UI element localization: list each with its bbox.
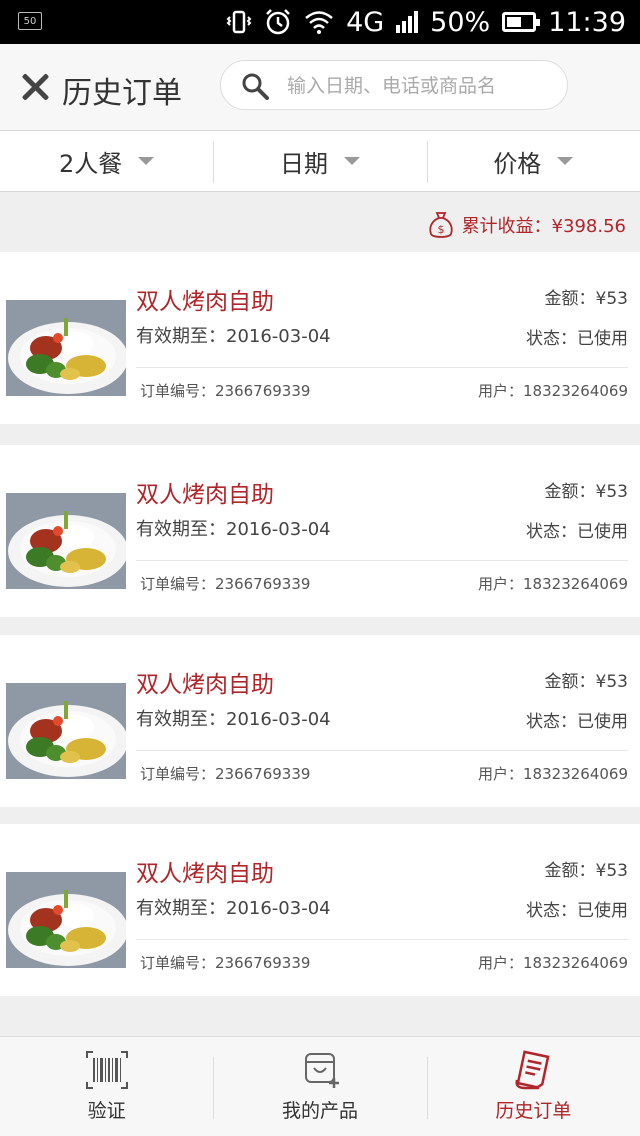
- receipt-icon: [515, 1050, 550, 1090]
- order-user: 用户：18323264069: [478, 765, 628, 783]
- order-amount: 金额：¥53: [544, 289, 628, 309]
- divider: [136, 939, 628, 940]
- product-thumbnail: [6, 300, 126, 396]
- valid-until: 有效期至：2016-03-04: [136, 326, 331, 347]
- caret-down-icon: [557, 157, 574, 165]
- order-number: 订单编号：2366769339: [140, 382, 311, 400]
- product-name: 双人烤肉自助: [136, 289, 274, 315]
- tab-label: 验证: [87, 1100, 126, 1122]
- order-amount: 金额：¥53: [544, 861, 628, 881]
- search-box[interactable]: [220, 60, 568, 111]
- order-status: 状态：已使用: [526, 522, 628, 542]
- status-bar: 50 4G 50% 11:39: [0, 0, 640, 44]
- battery-icon: [502, 12, 541, 32]
- product-thumbnail: [6, 872, 126, 968]
- clock: 11:39: [548, 6, 626, 38]
- wifi-icon: [305, 11, 333, 34]
- order-user: 用户：18323264069: [478, 954, 628, 972]
- order-user: 用户：18323264069: [478, 575, 628, 593]
- caret-down-icon: [138, 157, 155, 165]
- close-icon[interactable]: [20, 72, 50, 102]
- divider: [136, 367, 628, 368]
- tab-order-history[interactable]: 历史订单: [426, 1037, 640, 1136]
- earnings-total: 累计收益：¥398.56: [461, 216, 626, 237]
- order-amount: 金额：¥53: [544, 482, 628, 502]
- divider: [136, 750, 628, 751]
- order-number: 订单编号：2366769339: [140, 954, 311, 972]
- barcode-scan-icon: [85, 1051, 128, 1089]
- product-thumbnail: [6, 683, 126, 779]
- filter-label: 2人餐: [59, 149, 123, 178]
- money-bag-icon: $: [428, 212, 453, 238]
- filter-bar: 2人餐 日期 价格: [0, 130, 640, 192]
- filter-label: 价格: [493, 149, 542, 178]
- valid-until: 有效期至：2016-03-04: [136, 898, 331, 919]
- valid-until: 有效期至：2016-03-04: [136, 709, 331, 730]
- product-add-icon: [304, 1053, 339, 1088]
- signal-icon: [396, 11, 419, 33]
- order-status: 状态：已使用: [526, 329, 628, 349]
- product-name: 双人烤肉自助: [136, 861, 274, 887]
- battery-percent: 50%: [430, 6, 491, 38]
- valid-until: 有效期至：2016-03-04: [136, 519, 331, 540]
- order-number: 订单编号：2366769339: [140, 575, 311, 593]
- tab-label: 我的产品: [281, 1100, 358, 1122]
- order-user: 用户：18323264069: [478, 382, 628, 400]
- filter-people[interactable]: 2人餐: [0, 131, 213, 191]
- product-name: 双人烤肉自助: [136, 482, 274, 508]
- caret-down-icon: [343, 157, 360, 165]
- order-number: 订单编号：2366769339: [140, 765, 311, 783]
- order-card[interactable]: 双人烤肉自助 有效期至：2016-03-04 金额：¥53 状态：已使用 订单编…: [0, 252, 640, 424]
- order-card[interactable]: 双人烤肉自助 有效期至：2016-03-04 金额：¥53 状态：已使用 订单编…: [0, 824, 640, 996]
- svg-text:$: $: [437, 223, 444, 236]
- order-card[interactable]: 双人烤肉自助 有效期至：2016-03-04 金额：¥53 状态：已使用 订单编…: [0, 635, 640, 807]
- divider: [136, 560, 628, 561]
- header: 历史订单: [0, 44, 640, 130]
- network-type: 4G: [346, 6, 385, 38]
- order-card[interactable]: 双人烤肉自助 有效期至：2016-03-04 金额：¥53 状态：已使用 订单编…: [0, 445, 640, 617]
- tab-label: 历史订单: [495, 1100, 572, 1122]
- search-icon: [242, 73, 269, 100]
- tab-my-products[interactable]: 我的产品: [213, 1037, 426, 1136]
- tab-verify[interactable]: 验证: [0, 1037, 213, 1136]
- order-status: 状态：已使用: [526, 901, 628, 921]
- bottom-tab-bar: 验证 我的产品 历史订单: [0, 1036, 640, 1136]
- earnings-summary: $ 累计收益：¥398.56: [428, 210, 626, 240]
- vibrate-icon: [226, 10, 252, 34]
- order-status: 状态：已使用: [526, 712, 628, 732]
- product-name: 双人烤肉自助: [136, 672, 274, 698]
- filter-date[interactable]: 日期: [213, 131, 426, 191]
- filter-price[interactable]: 价格: [426, 131, 640, 191]
- search-input[interactable]: [285, 61, 559, 111]
- order-amount: 金额：¥53: [544, 672, 628, 692]
- alarm-icon: [266, 9, 290, 35]
- product-thumbnail: [6, 493, 126, 589]
- notification-badge: 50: [18, 12, 42, 30]
- page-title: 历史订单: [62, 76, 182, 111]
- filter-label: 日期: [279, 149, 328, 178]
